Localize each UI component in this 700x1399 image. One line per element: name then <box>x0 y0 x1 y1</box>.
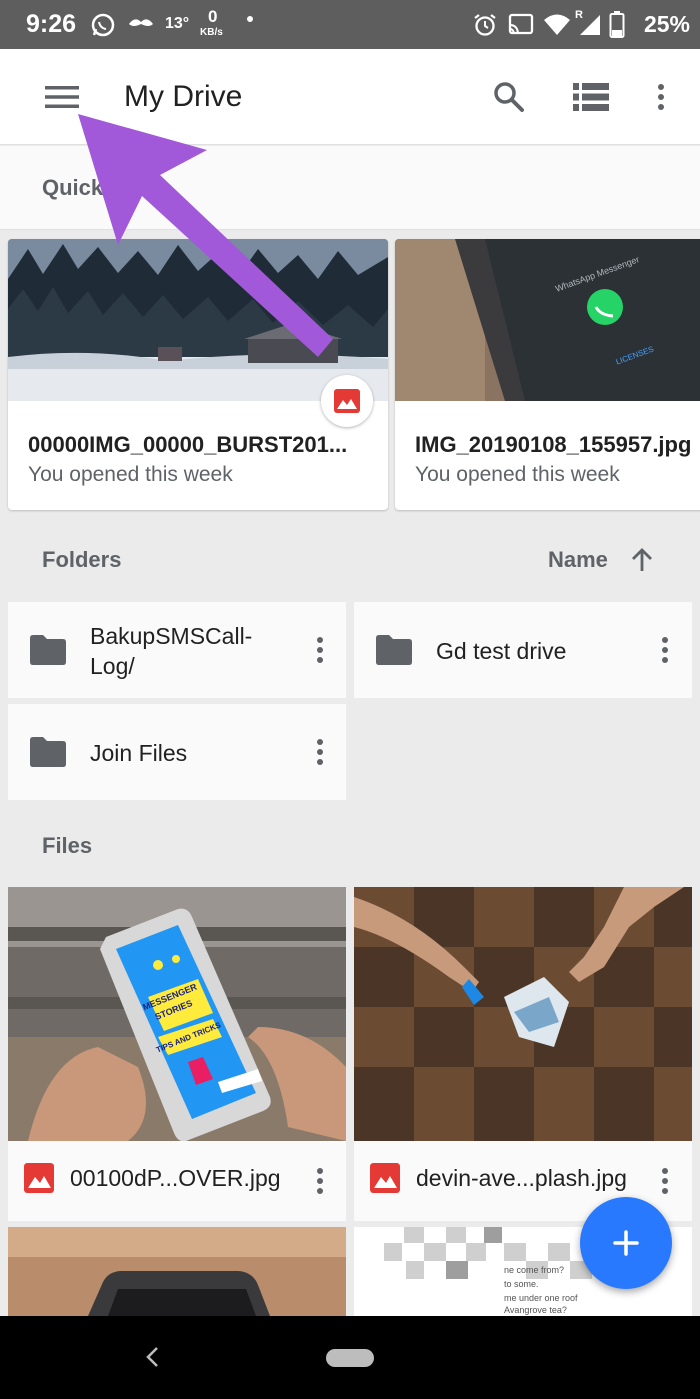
back-button[interactable] <box>143 1344 161 1375</box>
app-bar: My Drive <box>0 49 700 145</box>
sort-by-name-button[interactable]: Name <box>546 540 666 580</box>
whatsapp-phone-thumbnail <box>395 239 700 401</box>
plus-icon <box>613 1230 639 1256</box>
arrow-up-icon <box>632 548 652 571</box>
temperature: 13° <box>165 15 190 32</box>
quick-card-name: IMG_20190108_155957.jpg <box>415 432 692 457</box>
menu-icon <box>45 86 79 108</box>
file-card[interactable] <box>8 1227 346 1316</box>
status-time: 9:26 <box>26 10 77 38</box>
quick-access-card[interactable]: WhatsApp Messenger LICENSES IMG_20190108… <box>395 239 700 510</box>
file-card[interactable]: devin-ave...plash.jpg <box>354 887 692 1221</box>
folder-name: Join Files <box>90 740 188 766</box>
net-speed-unit: KB/s <box>200 27 223 38</box>
phone-table-thumbnail <box>8 1227 346 1316</box>
notification-dot <box>247 16 253 22</box>
file-card-footer: 00100dP...OVER.jpg <box>8 1141 346 1221</box>
file-card[interactable]: MESSENGER STORIES TIPS AND TRICKS 00100d… <box>8 887 346 1221</box>
more-options-button[interactable] <box>646 77 676 117</box>
folder-icon <box>30 737 66 767</box>
folder-more-button[interactable] <box>305 630 335 670</box>
image-icon <box>24 1163 54 1193</box>
home-pill-button[interactable] <box>326 1349 374 1367</box>
search-button[interactable] <box>489 77 529 117</box>
folder-more-button[interactable] <box>305 732 335 772</box>
image-icon <box>334 389 360 413</box>
snow-forest-thumbnail <box>8 239 388 401</box>
folders-section-label: Folders <box>42 547 122 572</box>
status-bar: 9:26 13° 0 KB/s R 25% <box>0 0 700 49</box>
image-type-badge <box>321 375 373 427</box>
whatsapp-icon <box>91 13 115 37</box>
net-speed-value: 0 <box>208 7 218 26</box>
new-item-button[interactable] <box>580 1197 672 1289</box>
doc-line-3: me under one roof <box>504 1293 578 1303</box>
files-section-label: Files <box>42 833 93 858</box>
file-name: devin-ave...plash.jpg <box>416 1165 627 1191</box>
quick-card-subtitle: You opened this week <box>28 463 233 486</box>
quick-access-header: Quick <box>0 146 700 230</box>
folder-item[interactable]: BakupSMSCall- Log/ <box>8 602 346 698</box>
battery-percent: 25% <box>643 11 690 37</box>
file-more-button[interactable] <box>305 1161 335 1201</box>
folder-icon <box>376 635 412 665</box>
folder-item[interactable]: Gd test drive <box>354 602 692 698</box>
folder-item[interactable]: Join Files <box>8 704 346 800</box>
file-more-button[interactable] <box>650 1161 680 1201</box>
battery-icon <box>609 11 625 38</box>
folder-name-line1: BakupSMSCall- <box>90 623 253 649</box>
list-view-icon <box>573 83 609 111</box>
search-icon <box>494 82 524 112</box>
folder-icon <box>30 635 66 665</box>
file-name: 00100dP...OVER.jpg <box>70 1165 281 1191</box>
menu-button[interactable] <box>42 77 82 117</box>
folder-name: Gd test drive <box>436 638 567 664</box>
quick-card-subtitle: You opened this week <box>415 463 620 486</box>
doc-line-1: ne come from? <box>504 1265 565 1275</box>
doc-line-2: to some. <box>504 1279 539 1289</box>
back-chevron-icon <box>146 1347 158 1367</box>
doc-line-4: Avangrove tea? <box>504 1305 567 1315</box>
quick-card-name: 00000IMG_00000_BURST201... <box>28 432 348 457</box>
folder-name-line2: Log/ <box>90 653 135 679</box>
quick-access-card[interactable]: 00000IMG_00000_BURST201... You opened th… <box>8 239 388 510</box>
wifi-icon <box>544 14 570 35</box>
list-view-button[interactable] <box>571 77 611 117</box>
quick-access-label: Quick <box>42 175 104 200</box>
signal-icon <box>580 15 600 35</box>
image-icon <box>370 1163 400 1193</box>
page-title: My Drive <box>124 80 243 113</box>
sort-label: Name <box>548 547 608 572</box>
system-nav-bar <box>0 1316 700 1399</box>
cast-icon <box>508 13 534 35</box>
mustache-icon <box>129 19 153 26</box>
folder-more-button[interactable] <box>650 630 680 670</box>
alarm-icon <box>474 14 496 36</box>
hands-wood-floor-thumbnail <box>354 887 692 1141</box>
